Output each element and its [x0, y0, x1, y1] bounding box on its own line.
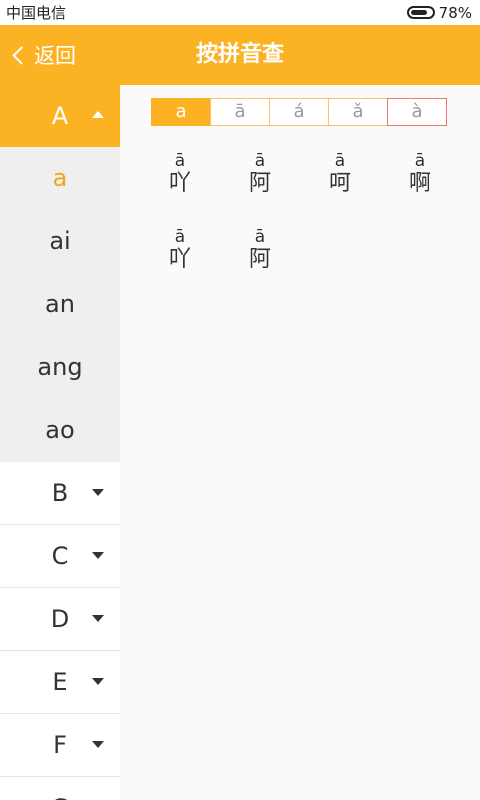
sidebar-letter-label: G [0, 777, 120, 800]
letter-sidebar: A aaianangao BCDEFG [0, 85, 120, 800]
sidebar-syllable-item[interactable]: ao [0, 399, 120, 462]
character-cell[interactable]: ā啊 [380, 151, 460, 227]
character-hanzi: 阿 [248, 171, 271, 196]
tone-tab[interactable]: á [269, 98, 329, 126]
battery-fill [410, 10, 427, 15]
character-hanzi: 阿 [248, 247, 271, 272]
character-hanzi: 吖 [168, 247, 191, 272]
caret-down-icon [92, 678, 104, 685]
character-hanzi: 呵 [328, 171, 351, 196]
sidebar-letter-row[interactable]: F [0, 714, 120, 777]
back-label: 返回 [34, 44, 76, 68]
character-cell[interactable]: ā吖 [140, 151, 220, 227]
chevron-left-icon [12, 45, 31, 65]
character-cell[interactable]: ā阿 [220, 227, 300, 303]
character-hanzi: 吖 [168, 171, 191, 196]
syllable-list: a ai an ang ao [0, 147, 120, 462]
character-cell[interactable]: ā阿 [220, 151, 300, 227]
character-pinyin: ā [334, 151, 346, 171]
sidebar-syllable-item[interactable]: a [0, 147, 120, 210]
sidebar-syllable-item[interactable]: ai [0, 210, 120, 273]
sidebar-letter-row[interactable]: D [0, 588, 120, 651]
tone-tabs: aāáǎà [151, 98, 447, 126]
sidebar-letter-row[interactable]: C [0, 525, 120, 588]
sidebar-syllable-item[interactable]: ang [0, 336, 120, 399]
letter-list: BCDEFG [0, 462, 120, 800]
caret-down-icon [92, 615, 104, 622]
tone-tab[interactable]: ǎ [328, 98, 388, 126]
app-header: 返回 按拼音查 [0, 25, 480, 85]
tone-tab[interactable]: à [387, 98, 447, 126]
carrier-label: 中国电信 [6, 4, 67, 22]
sidebar-syllable-item[interactable]: an [0, 273, 120, 336]
character-grid: ā吖ā阿ā呵ā啊ā吖ā阿 [140, 151, 460, 303]
caret-down-icon [92, 489, 104, 496]
sidebar-letter-row[interactable]: B [0, 462, 120, 525]
status-right: 78% [406, 3, 472, 22]
character-hanzi: 啊 [408, 171, 431, 196]
back-button[interactable]: 返回 [10, 25, 76, 85]
caret-down-icon [92, 552, 104, 559]
content-area: aāáǎà ā吖ā阿ā呵ā啊ā吖ā阿 [120, 85, 480, 800]
caret-down-icon [92, 741, 104, 748]
screen: 中国电信 78% 返回 按拼音查 A aaianangao BCDEFG aāá… [0, 0, 480, 800]
status-bar: 中国电信 78% [0, 0, 480, 25]
character-pinyin: ā [174, 227, 186, 247]
character-cell[interactable]: ā呵 [300, 151, 380, 227]
battery-icon [406, 6, 435, 19]
caret-up-icon [92, 111, 104, 118]
character-pinyin: ā [254, 227, 266, 247]
sidebar-letter-row[interactable]: G [0, 777, 120, 800]
tone-tab[interactable]: a [151, 98, 211, 126]
tone-tab[interactable]: ā [210, 98, 270, 126]
character-pinyin: ā [254, 151, 266, 171]
character-cell[interactable]: ā吖 [140, 227, 220, 303]
battery-percent: 78% [438, 3, 472, 22]
sidebar-letter-row[interactable]: E [0, 651, 120, 714]
character-pinyin: ā [414, 151, 426, 171]
sidebar-letter-active[interactable]: A [0, 85, 120, 147]
character-pinyin: ā [174, 151, 186, 171]
